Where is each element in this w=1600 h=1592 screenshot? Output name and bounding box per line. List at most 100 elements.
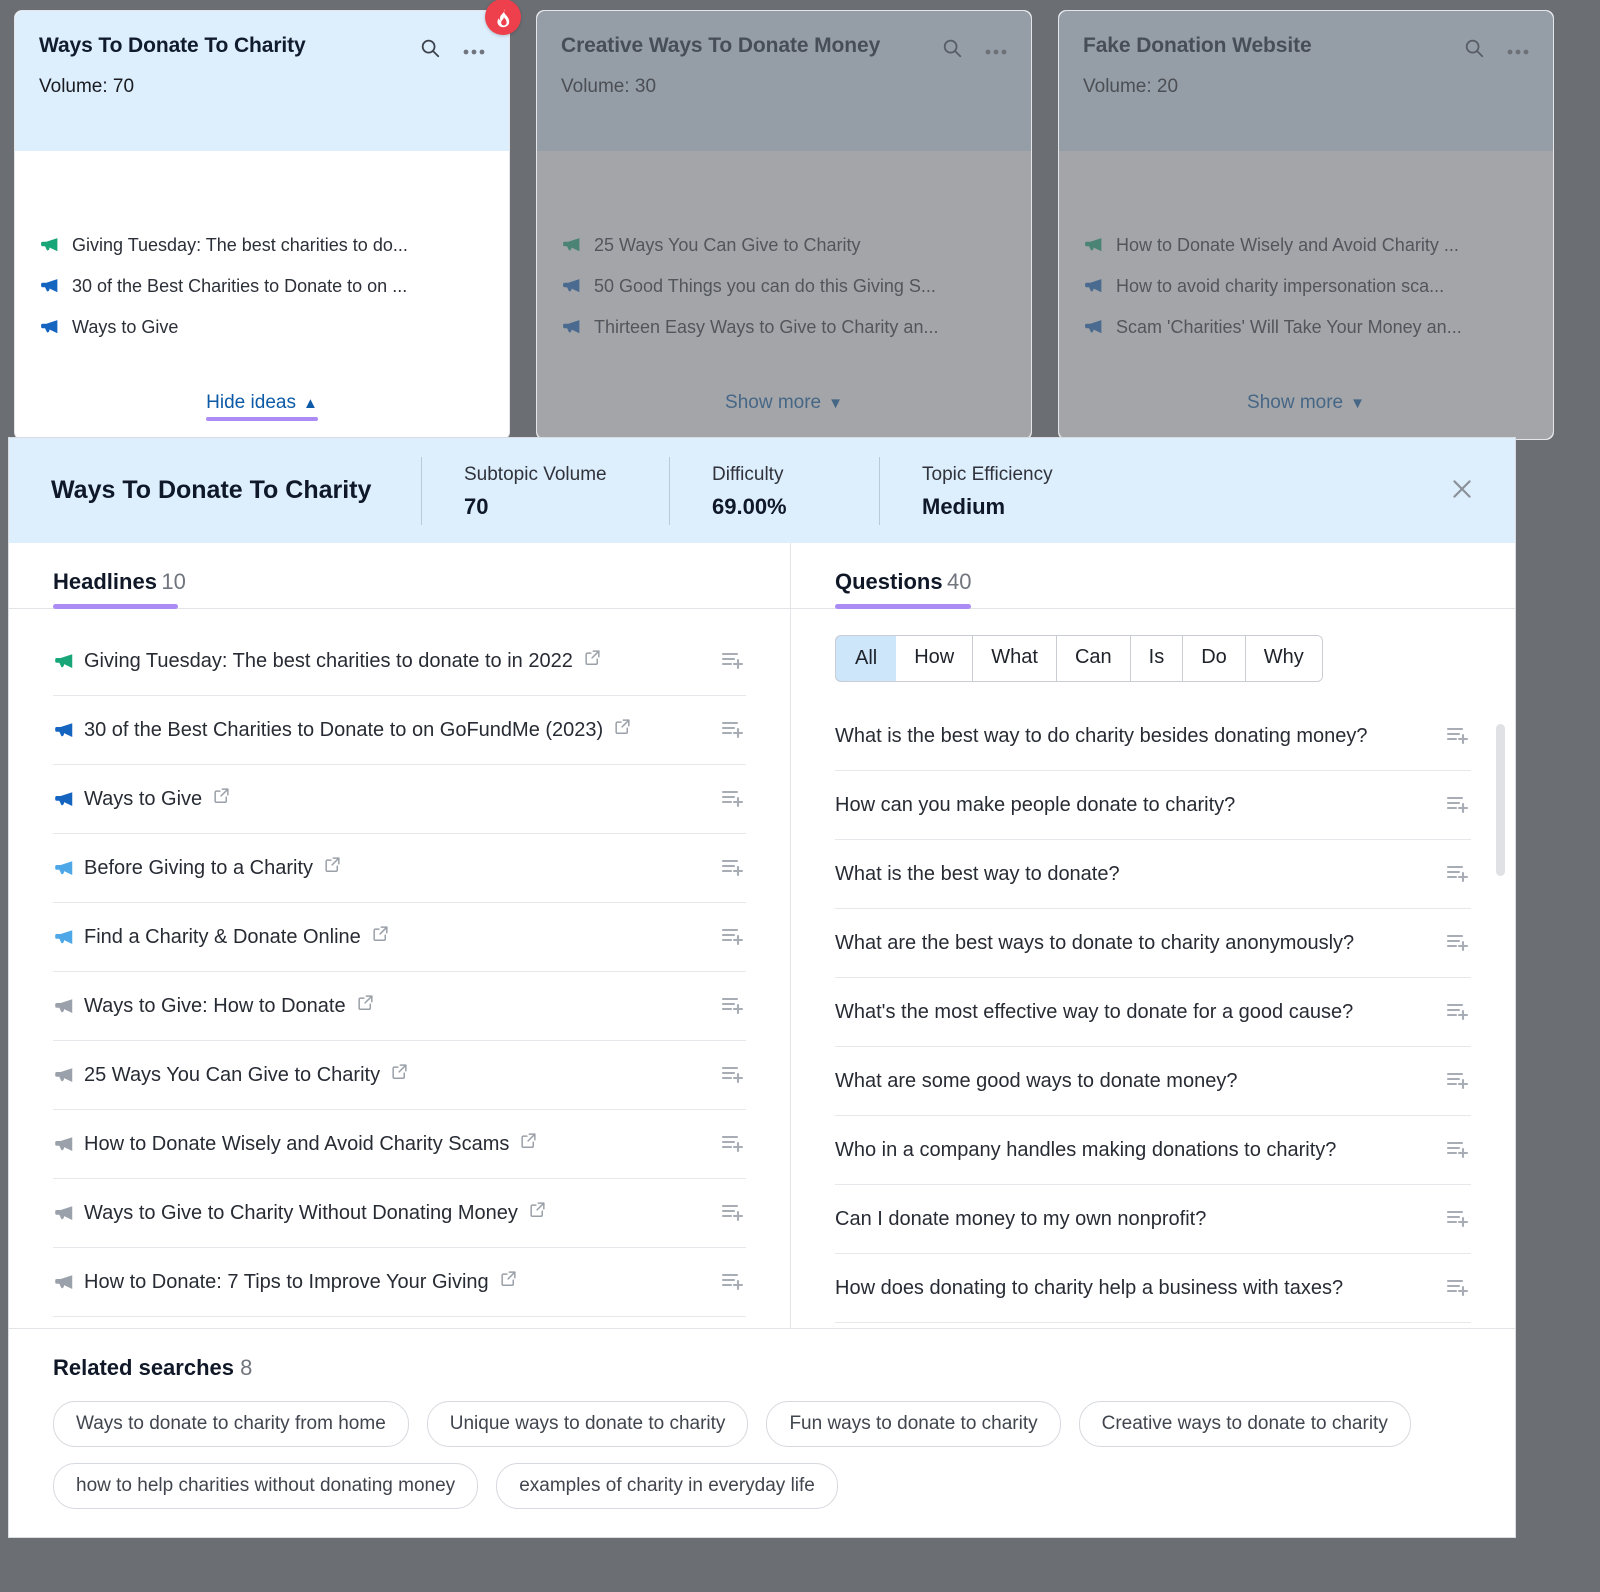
question-filter-what[interactable]: What xyxy=(973,636,1057,681)
question-label: What's the most effective way to donate … xyxy=(835,1001,1354,1023)
related-search-chip[interactable]: Creative ways to donate to charity xyxy=(1078,1401,1411,1447)
add-to-list-icon[interactable] xyxy=(720,1130,746,1159)
related-search-chip[interactable]: Fun ways to donate to charity xyxy=(766,1401,1061,1447)
questions-scrollbar[interactable] xyxy=(1496,724,1505,876)
add-to-list-icon[interactable] xyxy=(720,854,746,883)
idea-item[interactable]: How to avoid charity impersonation sca..… xyxy=(1083,266,1529,307)
idea-item[interactable]: 25 Ways You Can Give to Charity xyxy=(561,225,1007,266)
headline-row[interactable]: Ways to Give to Charity Without Donating… xyxy=(53,1179,746,1248)
add-to-list-icon[interactable] xyxy=(720,785,746,814)
external-link-icon[interactable] xyxy=(371,924,390,950)
show-more-toggle[interactable]: Show more ▼ xyxy=(725,392,843,421)
questions-scroll-area: What is the best way to do charity besid… xyxy=(791,702,1515,1328)
headline-row[interactable]: 25 Ways You Can Give to Charity xyxy=(53,1041,746,1110)
external-link-icon[interactable] xyxy=(212,786,231,812)
question-row[interactable]: What is the best way to do charity besid… xyxy=(835,702,1471,771)
external-link-icon[interactable] xyxy=(583,648,602,674)
more-options-icon[interactable] xyxy=(463,42,485,60)
idea-item[interactable]: How to Donate Wisely and Avoid Charity .… xyxy=(1083,225,1529,266)
topic-card-title: Creative Ways To Donate Money xyxy=(561,34,881,57)
question-filter-is[interactable]: Is xyxy=(1130,636,1184,681)
headline-row[interactable]: How to Donate Wisely and Avoid Charity S… xyxy=(53,1110,746,1179)
idea-item[interactable]: Scam 'Charities' Will Take Your Money an… xyxy=(1083,307,1529,348)
question-filter-do[interactable]: Do xyxy=(1183,636,1246,681)
question-row[interactable]: What are the best ways to donate to char… xyxy=(835,909,1471,978)
question-label: Who in a company handles making donation… xyxy=(835,1139,1337,1161)
headline-row[interactable]: Ways to Give: How to Donate xyxy=(53,972,746,1041)
close-icon[interactable] xyxy=(1443,470,1481,512)
related-search-chip[interactable]: Ways to donate to charity from home xyxy=(53,1401,409,1447)
add-to-list-icon[interactable] xyxy=(720,992,746,1021)
related-search-chip[interactable]: examples of charity in everyday life xyxy=(496,1463,838,1509)
add-to-list-icon[interactable] xyxy=(1445,1205,1471,1234)
question-row[interactable]: Can I donate money to my own nonprofit? xyxy=(835,1185,1471,1254)
add-to-list-icon[interactable] xyxy=(1445,1067,1471,1096)
headline-row[interactable]: Giving Tuesday: The best charities to do… xyxy=(53,627,746,696)
add-to-list-icon[interactable] xyxy=(720,923,746,952)
question-filter-how[interactable]: How xyxy=(896,636,974,681)
add-to-list-icon[interactable] xyxy=(1445,722,1471,751)
megaphone-icon xyxy=(53,858,74,879)
metric-value: 70 xyxy=(464,493,489,519)
question-row[interactable]: How can you make people donate to charit… xyxy=(835,771,1471,840)
related-search-chip[interactable]: how to help charities without donating m… xyxy=(53,1463,479,1509)
more-options-icon[interactable] xyxy=(985,42,1007,60)
external-link-icon[interactable] xyxy=(519,1131,538,1157)
more-options-icon[interactable] xyxy=(1507,42,1529,60)
idea-item[interactable]: Ways to Give xyxy=(39,307,485,348)
idea-item[interactable]: Thirteen Easy Ways to Give to Charity an… xyxy=(561,307,1007,348)
topic-card-fake-donation-website[interactable]: Fake Donation Website Volume: 20 How to … xyxy=(1058,10,1554,440)
headline-row[interactable]: Before Giving to a Charity xyxy=(53,834,746,903)
idea-item[interactable]: 50 Good Things you can do this Giving S.… xyxy=(561,266,1007,307)
question-row[interactable]: What are some good ways to donate money? xyxy=(835,1047,1471,1116)
add-to-list-icon[interactable] xyxy=(1445,1274,1471,1303)
external-link-icon[interactable] xyxy=(356,993,375,1019)
headline-row[interactable]: Find a Charity & Donate Online xyxy=(53,903,746,972)
add-to-list-icon[interactable] xyxy=(1445,860,1471,889)
headline-label: Find a Charity & Donate Online xyxy=(84,926,361,948)
question-row[interactable]: Who in a company handles making donation… xyxy=(835,1116,1471,1185)
idea-item[interactable]: Giving Tuesday: The best charities to do… xyxy=(39,225,485,266)
search-icon[interactable] xyxy=(941,37,963,64)
external-link-icon[interactable] xyxy=(613,717,632,743)
external-link-icon[interactable] xyxy=(528,1200,547,1226)
questions-list: What is the best way to do charity besid… xyxy=(791,702,1515,1323)
question-row[interactable]: How does donating to charity help a busi… xyxy=(835,1254,1471,1323)
hide-ideas-toggle[interactable]: Hide ideas ▲ xyxy=(206,392,318,421)
topic-card-creative-ways-to-donate-money[interactable]: Creative Ways To Donate Money Volume: 30… xyxy=(536,10,1032,440)
add-to-list-icon[interactable] xyxy=(720,1268,746,1297)
question-row[interactable]: What is the best way to donate? xyxy=(835,840,1471,909)
search-icon[interactable] xyxy=(419,37,441,64)
question-row[interactable]: What's the most effective way to donate … xyxy=(835,978,1471,1047)
search-icon[interactable] xyxy=(1463,37,1485,64)
external-link-icon[interactable] xyxy=(390,1062,409,1088)
headline-row[interactable]: Ways to Give xyxy=(53,765,746,834)
headline-label: 25 Ways You Can Give to Charity xyxy=(84,1064,381,1086)
idea-item[interactable]: 30 of the Best Charities to Donate to on… xyxy=(39,266,485,307)
add-to-list-icon[interactable] xyxy=(1445,791,1471,820)
headline-label: 30 of the Best Charities to Donate to on… xyxy=(84,719,604,741)
add-to-list-icon[interactable] xyxy=(720,647,746,676)
headline-text-wrap: Ways to Give xyxy=(53,786,710,812)
add-to-list-icon[interactable] xyxy=(720,1199,746,1228)
show-more-toggle[interactable]: Show more ▼ xyxy=(1247,392,1365,421)
external-link-icon[interactable] xyxy=(323,855,342,881)
topic-card-ways-to-donate-to-charity[interactable]: Ways To Donate To Charity Volume: 70 Giv… xyxy=(14,0,521,440)
add-to-list-icon[interactable] xyxy=(720,1061,746,1090)
related-searches-label: Related searches xyxy=(53,1355,234,1380)
question-filter-why[interactable]: Why xyxy=(1245,636,1322,681)
add-to-list-icon[interactable] xyxy=(720,716,746,745)
add-to-list-icon[interactable] xyxy=(1445,1136,1471,1165)
question-filter-all[interactable]: All xyxy=(835,636,898,681)
external-link-icon[interactable] xyxy=(499,1269,518,1295)
metric-label: Difficulty xyxy=(712,464,784,486)
metric-difficulty: Difficulty 69.00% xyxy=(669,456,879,525)
add-to-list-icon[interactable] xyxy=(1445,929,1471,958)
topic-card-volume: Volume: 70 xyxy=(39,76,135,97)
question-filter-can[interactable]: Can xyxy=(1056,636,1131,681)
topic-card-title: Ways To Donate To Charity xyxy=(39,34,306,57)
headline-row[interactable]: How to Donate: 7 Tips to Improve Your Gi… xyxy=(53,1248,746,1317)
add-to-list-icon[interactable] xyxy=(1445,998,1471,1027)
related-search-chip[interactable]: Unique ways to donate to charity xyxy=(426,1401,749,1447)
headline-row[interactable]: 30 of the Best Charities to Donate to on… xyxy=(53,696,746,765)
